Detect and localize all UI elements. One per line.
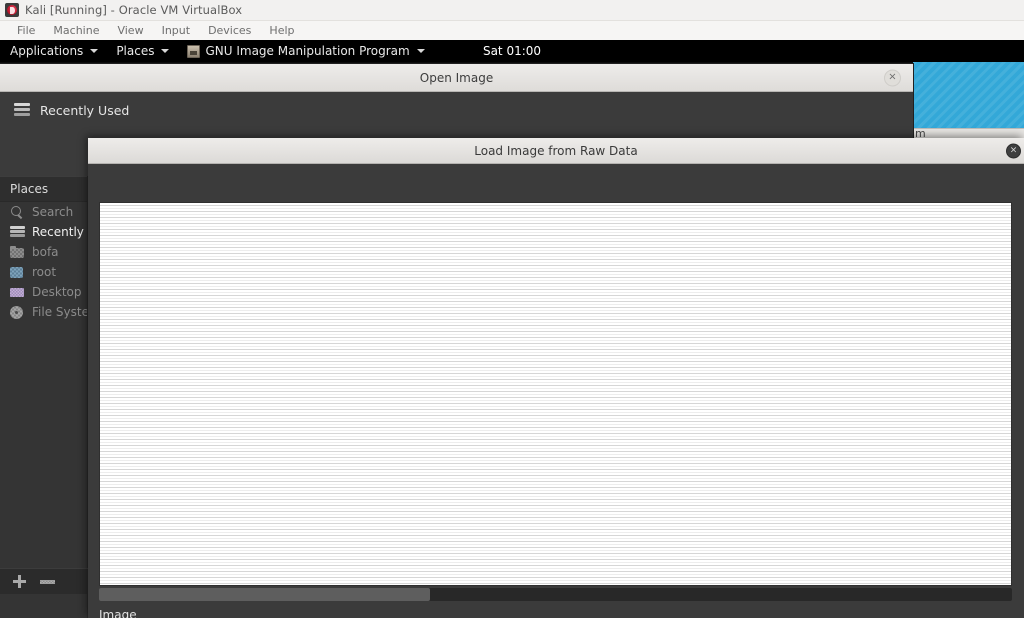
- sidebar-item-label: File Syste: [32, 305, 87, 319]
- places-header: Places: [0, 176, 87, 202]
- preview-flag-label-1: FLAG:: [320, 287, 484, 350]
- remove-bookmark-button[interactable]: [40, 575, 55, 588]
- sidebar-item-label: Recently U: [32, 225, 87, 239]
- chevron-down-icon: [161, 49, 170, 53]
- recently-used-header: Recently Used: [0, 92, 913, 128]
- menu-file[interactable]: File: [8, 21, 44, 40]
- background-blue-window[interactable]: [913, 62, 1024, 128]
- preview-body-text-2: ByInsoPmixe: [400, 399, 785, 472]
- preview-flag-label-2: FLAG:: [828, 287, 992, 350]
- menu-machine[interactable]: Machine: [44, 21, 108, 40]
- virtualbox-icon: [5, 3, 19, 17]
- sidebar-item-search[interactable]: Search: [0, 202, 87, 222]
- panel-applications-menu[interactable]: Applications: [0, 40, 107, 62]
- folder-icon: [10, 245, 25, 259]
- sidebar-item-recently-used[interactable]: Recently U: [0, 222, 87, 242]
- places-sidebar: Places Search Recently U bofa root: [0, 176, 88, 618]
- preview-horizontal-scrollbar[interactable]: [99, 588, 1012, 601]
- gnome-top-panel: Applications Places GNU Image Manipulati…: [0, 40, 1024, 62]
- sidebar-item-label: root: [32, 265, 57, 279]
- recent-stack-icon: [10, 225, 25, 239]
- close-icon[interactable]: ×: [1006, 143, 1021, 158]
- screen: Kali [Running] - Oracle VM VirtualBox Fi…: [0, 0, 1024, 618]
- home-folder-icon: [10, 265, 25, 279]
- open-image-titlebar[interactable]: Open Image ×: [0, 64, 913, 92]
- sidebar-item-bofa[interactable]: bofa: [0, 242, 87, 262]
- gimp-label: GNU Image Manipulation Program: [205, 44, 410, 58]
- panel-gimp-window-menu[interactable]: GNU Image Manipulation Program: [178, 40, 433, 62]
- open-image-title: Open Image: [419, 70, 494, 85]
- sidebar-item-label: Search: [32, 205, 74, 219]
- disk-icon: [10, 305, 25, 319]
- applications-label: Applications: [10, 44, 84, 58]
- preview-artifact-band: [217, 203, 262, 585]
- menu-input[interactable]: Input: [153, 21, 199, 40]
- places-label: Places: [116, 44, 155, 58]
- load-raw-data-dialog: Load Image from Raw Data × FLAG: FLAG: B…: [88, 138, 1024, 618]
- image-section-header: Image: [99, 608, 137, 618]
- chevron-down-icon: [416, 49, 425, 53]
- sidebar-item-desktop[interactable]: Desktop: [0, 282, 87, 302]
- preview-artifact-band: [725, 203, 770, 585]
- close-icon[interactable]: ×: [884, 69, 901, 86]
- menu-devices[interactable]: Devices: [199, 21, 260, 40]
- gimp-icon: [187, 44, 201, 58]
- scrollbar-thumb[interactable]: [99, 588, 430, 601]
- recent-stack-icon: [14, 102, 30, 118]
- menu-help[interactable]: Help: [260, 21, 303, 40]
- search-icon: [10, 205, 25, 219]
- places-footer: [0, 568, 88, 594]
- sidebar-item-root[interactable]: root: [0, 262, 87, 282]
- sidebar-item-file-system[interactable]: File Syste: [0, 302, 87, 322]
- panel-places-menu[interactable]: Places: [107, 40, 178, 62]
- menu-view[interactable]: View: [108, 21, 152, 40]
- load-raw-data-body: FLAG: FLAG: ByInsoPmixered ByInsoPmixe I…: [88, 164, 1024, 618]
- load-raw-data-titlebar[interactable]: Load Image from Raw Data ×: [88, 138, 1024, 164]
- vbox-window-title: Kali [Running] - Oracle VM VirtualBox: [25, 3, 243, 17]
- load-raw-data-title: Load Image from Raw Data: [474, 143, 638, 158]
- vbox-titlebar: Kali [Running] - Oracle VM VirtualBox: [0, 0, 1024, 21]
- desktop-folder-icon: [10, 285, 25, 299]
- vbox-menubar: File Machine View Input Devices Help: [0, 21, 1024, 40]
- sidebar-item-label: Desktop: [32, 285, 82, 299]
- raw-data-preview[interactable]: FLAG: FLAG: ByInsoPmixered ByInsoPmixe: [99, 202, 1012, 586]
- recently-used-label: Recently Used: [40, 102, 130, 118]
- chevron-down-icon: [90, 49, 99, 53]
- sidebar-item-label: bofa: [32, 245, 59, 259]
- add-bookmark-button[interactable]: [13, 575, 26, 588]
